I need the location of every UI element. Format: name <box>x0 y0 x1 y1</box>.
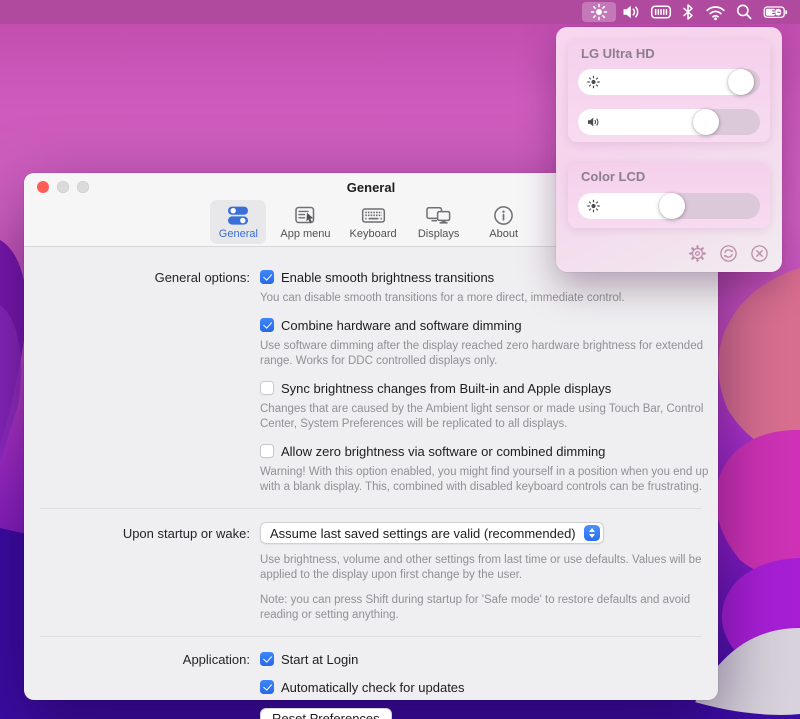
traffic-lights <box>37 181 89 193</box>
display-card-color-lcd: Color LCD <box>568 163 770 228</box>
display-name: Color LCD <box>568 163 770 184</box>
option-zero-brightness[interactable]: Allow zero brightness via software or co… <box>260 442 714 460</box>
brightness-icon <box>587 76 600 89</box>
section-divider <box>40 508 701 509</box>
startup-section: Upon startup or wake: Assume last saved … <box>24 522 718 633</box>
checkbox[interactable] <box>260 444 274 458</box>
general-options-section: General options: Enable smooth brightnes… <box>24 268 718 505</box>
startup-behavior-select[interactable]: Assume last saved settings are valid (re… <box>260 522 604 544</box>
checkbox-label: Sync brightness changes from Built-in an… <box>281 381 611 396</box>
minimize-window-button[interactable] <box>57 181 69 193</box>
menubar-volume-icon[interactable] <box>616 2 646 22</box>
brightness-slider[interactable] <box>578 193 760 219</box>
tab-keyboard[interactable]: Keyboard <box>345 200 402 244</box>
tab-label: Keyboard <box>350 228 397 241</box>
tab-about[interactable]: About <box>476 200 532 244</box>
option-start-at-login[interactable]: Start at Login <box>260 650 714 668</box>
section-divider <box>40 636 701 637</box>
checkbox-label: Enable smooth brightness transitions <box>281 270 494 285</box>
tab-label: About <box>489 228 518 241</box>
checkbox[interactable] <box>260 680 274 694</box>
popover-footer <box>688 244 769 263</box>
startup-note: Note: you can press Shift during startup… <box>260 593 714 623</box>
menubar-battery-icon[interactable] <box>758 2 794 22</box>
wifi-icon <box>705 4 726 21</box>
volume-slider[interactable] <box>578 109 760 135</box>
tab-label: App menu <box>280 228 330 241</box>
startup-description: Use brightness, volume and other setting… <box>260 553 714 583</box>
checkbox-label: Start at Login <box>281 652 358 667</box>
tab-app-menu[interactable]: App menu <box>275 200 335 244</box>
menubar-display-meter-icon[interactable] <box>646 2 676 22</box>
preferences-content: General options: Enable smooth brightnes… <box>24 247 718 719</box>
display-name: LG Ultra HD <box>568 40 770 61</box>
display-card-lg-ultra-hd: LG Ultra HD <box>568 40 770 142</box>
checkbox-label: Combine hardware and software dimming <box>281 318 522 333</box>
section-label: Upon startup or wake: <box>24 522 250 633</box>
brightness-slider[interactable] <box>578 69 760 95</box>
slider-knob[interactable] <box>659 193 685 219</box>
bluetooth-icon <box>681 3 695 21</box>
checkbox-label: Automatically check for updates <box>281 680 465 695</box>
checkbox[interactable] <box>260 381 274 395</box>
option-combine-dimming[interactable]: Combine hardware and software dimming <box>260 316 714 334</box>
keyboard-icon <box>360 203 387 228</box>
option-description: Warning! With this option enabled, you m… <box>260 465 714 495</box>
menubar-brightness-icon[interactable] <box>582 2 616 22</box>
option-description: You can disable smooth transitions for a… <box>260 291 714 306</box>
close-window-button[interactable] <box>37 181 49 193</box>
menu-bar <box>0 0 800 24</box>
displays-icon <box>424 203 453 228</box>
refresh-icon[interactable] <box>719 244 738 263</box>
application-section: Application: Start at Login Automaticall… <box>24 650 718 719</box>
monitorcontrol-popover: LG Ultra HD <box>556 27 782 272</box>
checkbox-label: Allow zero brightness via software or co… <box>281 444 605 459</box>
option-sync-brightness[interactable]: Sync brightness changes from Built-in an… <box>260 379 714 397</box>
tab-label: Displays <box>418 228 460 241</box>
display-meter-icon <box>650 3 672 21</box>
battery-charging-icon <box>763 3 789 21</box>
tab-label: General <box>219 228 258 241</box>
reset-preferences-button[interactable]: Reset Preferences <box>260 708 392 719</box>
sun-icon <box>589 2 609 22</box>
brightness-icon <box>587 200 600 213</box>
checkbox[interactable] <box>260 318 274 332</box>
close-icon[interactable] <box>750 244 769 263</box>
option-auto-updates[interactable]: Automatically check for updates <box>260 678 714 696</box>
toggles-icon <box>225 203 251 228</box>
slider-knob[interactable] <box>728 69 754 95</box>
settings-gear-icon[interactable] <box>688 244 707 263</box>
speaker-icon <box>621 3 642 21</box>
section-label: General options: <box>24 268 250 505</box>
option-description: Use software dimming after the display r… <box>260 339 714 369</box>
tab-general[interactable]: General <box>210 200 266 244</box>
zoom-window-button[interactable] <box>77 181 89 193</box>
volume-icon <box>587 116 601 128</box>
tab-displays[interactable]: Displays <box>411 200 467 244</box>
menubar-bluetooth-icon[interactable] <box>676 2 700 22</box>
info-icon <box>491 203 516 228</box>
menubar-search-icon[interactable] <box>730 2 758 22</box>
search-icon <box>735 3 753 21</box>
section-label: Application: <box>24 650 250 719</box>
option-description: Changes that are caused by the Ambient l… <box>260 402 714 432</box>
app-menu-icon <box>292 203 318 228</box>
select-value: Assume last saved settings are valid (re… <box>270 526 576 541</box>
menubar-wifi-icon[interactable] <box>700 2 730 22</box>
checkbox[interactable] <box>260 270 274 284</box>
select-stepper-icon <box>584 525 600 541</box>
checkbox[interactable] <box>260 652 274 666</box>
slider-knob[interactable] <box>693 109 719 135</box>
